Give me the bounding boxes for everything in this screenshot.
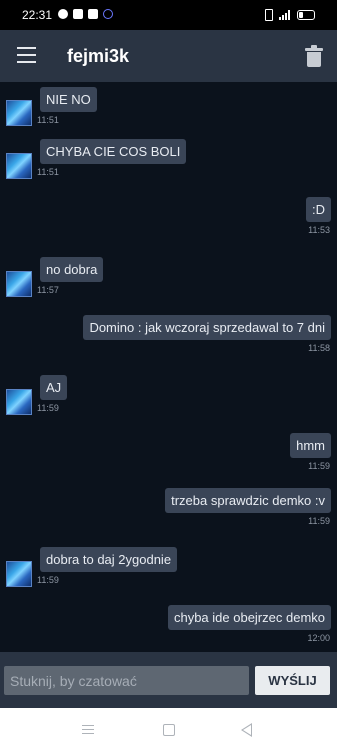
messenger-icon: [58, 9, 68, 19]
message-list[interactable]: NIE NO 11:51 CHYBA CIE COS BOLI 11:51 :D…: [0, 82, 337, 652]
home-icon[interactable]: [163, 724, 175, 736]
signal-icon: [279, 10, 291, 20]
message-composer: WYŚLIJ: [0, 652, 337, 708]
message-time: 11:59: [37, 403, 59, 413]
system-icons: [265, 9, 315, 21]
status-time: 22:31: [22, 8, 53, 22]
message-time: 11:59: [37, 575, 59, 585]
back-icon[interactable]: [241, 723, 252, 737]
message-time: 11:57: [37, 285, 59, 295]
message-bubble-received[interactable]: NIE NO: [40, 87, 97, 112]
message-time: 11:59: [308, 461, 330, 471]
hamburger-menu-icon[interactable]: [17, 47, 36, 63]
message-time: 11:51: [37, 115, 59, 125]
chat-title: fejmi3k: [67, 46, 130, 66]
message-time: 11:59: [308, 516, 330, 526]
tor-icon: [103, 9, 113, 19]
message-time: 12:00: [307, 633, 330, 643]
message-time: 11:51: [37, 167, 59, 177]
message-bubble-sent[interactable]: chyba ide obejrzec demko: [167, 605, 331, 630]
message-time: 11:58: [308, 343, 330, 353]
message-bubble-received[interactable]: no dobra: [40, 257, 104, 282]
facebook-icon: [73, 9, 83, 19]
battery-icon: [297, 10, 315, 20]
recent-apps-icon[interactable]: [82, 725, 94, 735]
message-bubble-sent[interactable]: :D: [306, 197, 331, 222]
trash-icon[interactable]: [305, 45, 323, 67]
vibrate-icon: [265, 9, 273, 21]
status-bar: 22:31: [0, 0, 337, 30]
message-bubble-sent[interactable]: Domino : jak wczoraj sprzedawal to 7 dni: [83, 315, 331, 340]
message-bubble-received[interactable]: AJ: [40, 375, 68, 400]
contact-avatar[interactable]: [6, 100, 32, 126]
message-time: 11:53: [308, 225, 330, 235]
message-bubble-received[interactable]: CHYBA CIE COS BOLI: [40, 139, 187, 164]
notification-icons: [58, 9, 113, 19]
message-bubble-sent[interactable]: hmm: [290, 433, 331, 458]
app-header: fejmi3k: [0, 30, 337, 82]
contact-avatar[interactable]: [6, 271, 32, 297]
message-input[interactable]: [4, 666, 249, 695]
system-nav-bar: [0, 708, 337, 750]
contact-avatar[interactable]: [6, 389, 32, 415]
message-bubble-sent[interactable]: trzeba sprawdzic demko :v: [165, 488, 331, 513]
send-button[interactable]: WYŚLIJ: [255, 666, 330, 695]
message-bubble-received[interactable]: dobra to daj 2ygodnie: [40, 547, 178, 572]
contact-avatar[interactable]: [6, 561, 32, 587]
youtube-icon: [88, 9, 98, 19]
contact-avatar[interactable]: [6, 153, 32, 179]
